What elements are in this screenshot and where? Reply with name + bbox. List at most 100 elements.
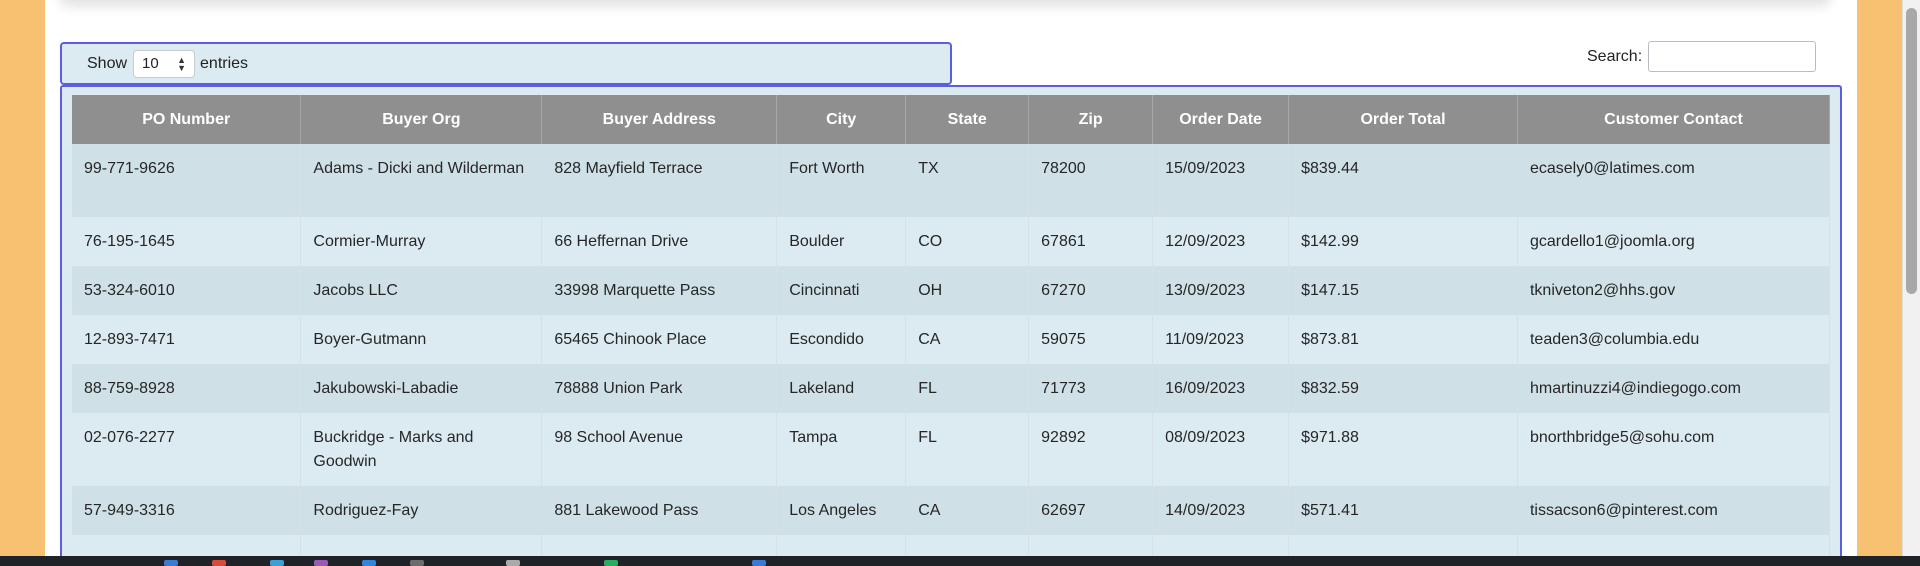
- cell-zip: 59075: [1028, 315, 1154, 364]
- orders-table-wrapper: PO Number Buyer Org Buyer Address City S…: [60, 85, 1842, 565]
- content-panel: Show 10 ▲ ▼ entries Search: PO Number Buy…: [45, 0, 1857, 565]
- column-header-order-date[interactable]: Order Date: [1152, 95, 1290, 144]
- cell-order-total: $971.88: [1288, 413, 1518, 486]
- column-header-po-number[interactable]: PO Number: [72, 95, 302, 144]
- cell-state: OH: [905, 266, 1030, 315]
- cell-customer-contact: bnorthbridge5@sohu.com: [1517, 413, 1831, 486]
- cell-city: Boulder: [776, 217, 907, 266]
- cell-zip: 62697: [1028, 486, 1154, 535]
- table-header-row: PO Number Buyer Org Buyer Address City S…: [72, 95, 1831, 144]
- cell-order-date: 11/09/2023: [1152, 315, 1290, 364]
- cell-buyer-address: 33998 Marquette Pass: [541, 266, 778, 315]
- cell-city: Fort Worth: [776, 144, 907, 217]
- cell-order-date: 15/09/2023: [1152, 144, 1290, 217]
- cell-order-total: $839.44: [1288, 144, 1518, 217]
- cell-buyer-address: 66 Heffernan Drive: [541, 217, 778, 266]
- cell-order-date: 16/09/2023: [1152, 364, 1290, 413]
- cell-buyer-org: Jakubowski-Labadie: [300, 364, 543, 413]
- column-header-state[interactable]: State: [905, 95, 1030, 144]
- cell-po-number: 57-949-3316: [72, 486, 302, 535]
- cell-order-total: $147.15: [1288, 266, 1518, 315]
- cell-city: Los Angeles: [776, 486, 907, 535]
- cell-po-number: 53-324-6010: [72, 266, 302, 315]
- page-scrollbar[interactable]: [1902, 0, 1920, 556]
- cell-po-number: 02-076-2277: [72, 413, 302, 486]
- taskbar-app-icon[interactable]: [314, 560, 328, 566]
- table-row: 99-771-9626 Adams - Dicki and Wilderman …: [72, 144, 1831, 217]
- cell-order-date: 14/09/2023: [1152, 486, 1290, 535]
- entries-label: entries: [200, 54, 249, 72]
- taskbar: [0, 556, 1920, 566]
- cell-order-date: 13/09/2023: [1152, 266, 1290, 315]
- entries-select-value: 10: [142, 55, 159, 72]
- cell-buyer-address: 65465 Chinook Place: [541, 315, 778, 364]
- cell-customer-contact: tissacson6@pinterest.com: [1517, 486, 1831, 535]
- cell-buyer-org: Adams - Dicki and Wilderman: [300, 144, 543, 217]
- cell-po-number: 12-893-7471: [72, 315, 302, 364]
- taskbar-app-icon[interactable]: [604, 560, 618, 566]
- entries-length-control: Show 10 ▲ ▼ entries: [60, 42, 952, 85]
- cell-customer-contact: hmartinuzzi4@indiegogo.com: [1517, 364, 1831, 413]
- table-row: 88-759-8928 Jakubowski-Labadie 78888 Uni…: [72, 364, 1831, 413]
- cell-state: CA: [905, 486, 1030, 535]
- cell-buyer-address: 881 Lakewood Pass: [541, 486, 778, 535]
- orders-table: PO Number Buyer Org Buyer Address City S…: [72, 95, 1831, 563]
- cell-customer-contact: gcardello1@joomla.org: [1517, 217, 1831, 266]
- table-row: 02-076-2277 Buckridge - Marks and Goodwi…: [72, 413, 1831, 486]
- cell-buyer-address: 78888 Union Park: [541, 364, 778, 413]
- cell-po-number: 99-771-9626: [72, 144, 302, 217]
- cell-city: Tampa: [776, 413, 907, 486]
- table-row: 76-195-1645 Cormier-Murray 66 Heffernan …: [72, 217, 1831, 266]
- cell-state: CA: [905, 315, 1030, 364]
- cell-city: Escondido: [776, 315, 907, 364]
- cell-order-total: $832.59: [1288, 364, 1518, 413]
- cell-customer-contact: teaden3@columbia.edu: [1517, 315, 1831, 364]
- cell-state: CO: [905, 217, 1030, 266]
- search-label: Search:: [1587, 47, 1643, 65]
- cell-order-total: $571.41: [1288, 486, 1518, 535]
- up-down-chevron-icon: ▲ ▼: [177, 54, 187, 73]
- table-row: 53-324-6010 Jacobs LLC 33998 Marquette P…: [72, 266, 1831, 315]
- show-label: Show: [87, 54, 128, 72]
- column-header-city[interactable]: City: [776, 95, 907, 144]
- cell-customer-contact: tkniveton2@hhs.gov: [1517, 266, 1831, 315]
- cell-state: TX: [905, 144, 1030, 217]
- taskbar-app-icon[interactable]: [410, 560, 424, 566]
- column-header-buyer-org[interactable]: Buyer Org: [300, 95, 543, 144]
- taskbar-app-icon[interactable]: [506, 560, 520, 566]
- cell-buyer-org: Jacobs LLC: [300, 266, 543, 315]
- cell-state: FL: [905, 413, 1030, 486]
- taskbar-app-icon[interactable]: [752, 560, 766, 566]
- taskbar-app-icon[interactable]: [270, 560, 284, 566]
- entries-select[interactable]: 10 ▲ ▼: [133, 49, 196, 78]
- cell-order-date: 12/09/2023: [1152, 217, 1290, 266]
- cell-buyer-org: Buckridge - Marks and Goodwin: [300, 413, 543, 486]
- taskbar-app-icon[interactable]: [362, 560, 376, 566]
- search-input[interactable]: [1648, 41, 1817, 72]
- cell-buyer-org: Cormier-Murray: [300, 217, 543, 266]
- cell-state: FL: [905, 364, 1030, 413]
- taskbar-app-icon[interactable]: [164, 560, 178, 566]
- cell-buyer-org: Rodriguez-Fay: [300, 486, 543, 535]
- cell-customer-contact: ecasely0@latimes.com: [1517, 144, 1831, 217]
- column-header-order-total[interactable]: Order Total: [1288, 95, 1518, 144]
- table-row: 12-893-7471 Boyer-Gutmann 65465 Chinook …: [72, 315, 1831, 364]
- cell-zip: 71773: [1028, 364, 1154, 413]
- column-header-zip[interactable]: Zip: [1028, 95, 1154, 144]
- scrollbar-thumb[interactable]: [1906, 8, 1917, 294]
- table-row: 57-949-3316 Rodriguez-Fay 881 Lakewood P…: [72, 486, 1831, 535]
- cell-order-total: $873.81: [1288, 315, 1518, 364]
- cell-order-total: $142.99: [1288, 217, 1518, 266]
- cell-city: Lakeland: [776, 364, 907, 413]
- column-header-buyer-address[interactable]: Buyer Address: [541, 95, 778, 144]
- cell-buyer-address: 98 School Avenue: [541, 413, 778, 486]
- cell-po-number: 76-195-1645: [72, 217, 302, 266]
- cell-buyer-org: Boyer-Gutmann: [300, 315, 543, 364]
- cell-zip: 78200: [1028, 144, 1154, 217]
- cell-buyer-address: 828 Mayfield Terrace: [541, 144, 778, 217]
- cell-zip: 67270: [1028, 266, 1154, 315]
- column-header-customer-contact[interactable]: Customer Contact: [1517, 95, 1831, 144]
- cell-po-number: 88-759-8928: [72, 364, 302, 413]
- cell-zip: 92892: [1028, 413, 1154, 486]
- taskbar-app-icon[interactable]: [212, 560, 226, 566]
